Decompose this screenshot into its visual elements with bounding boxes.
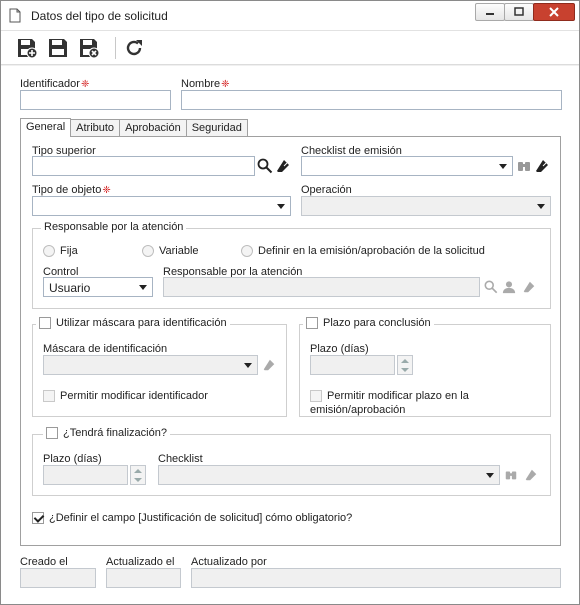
- tab-strip: General Atributo Aprobación Seguridad: [20, 118, 248, 137]
- operacion-label: Operación: [301, 184, 352, 196]
- creado-label: Creado el: [20, 556, 68, 568]
- tab-atributo[interactable]: Atributo: [70, 119, 121, 137]
- identificador-label: Identificador❈: [20, 78, 90, 90]
- required-icon: ❈: [80, 79, 90, 90]
- final-plazo-stepper[interactable]: [130, 465, 146, 485]
- binoculars-button[interactable]: [515, 157, 533, 175]
- actualizado-por-input: [191, 568, 561, 588]
- permitir-plazo-line2: emisión/aprobación: [310, 404, 406, 416]
- finalizacion-group-title[interactable]: ¿Tendrá finalización?: [43, 427, 170, 439]
- title-bar: Datos del tipo de solicitud: [1, 1, 579, 31]
- plazo-stepper[interactable]: [397, 355, 413, 375]
- final-checklist-label: Checklist: [158, 453, 203, 465]
- checklist-emision-select[interactable]: [301, 156, 513, 176]
- tipo-objeto-label: Tipo de objeto❈: [32, 184, 111, 196]
- maximize-icon: [514, 7, 524, 16]
- plazo-checkbox[interactable]: [306, 317, 318, 329]
- plazo-label: Plazo (días): [310, 343, 369, 355]
- mascara-select[interactable]: [43, 355, 258, 375]
- minimize-button[interactable]: [475, 3, 505, 21]
- finalizacion-group: ¿Tendrá finalización? Plazo (días) Check…: [32, 427, 551, 496]
- actualizado-label: Actualizado el: [106, 556, 175, 568]
- tipo-objeto-select[interactable]: [32, 196, 291, 216]
- tipo-superior-input[interactable]: [32, 156, 255, 176]
- refresh-button[interactable]: [122, 36, 146, 60]
- responsable-clear-button[interactable]: [520, 278, 538, 296]
- nombre-input[interactable]: [181, 90, 562, 110]
- save-close-button[interactable]: [77, 36, 101, 60]
- final-binoculars-button[interactable]: [502, 466, 520, 484]
- finalizacion-checkbox[interactable]: [46, 427, 58, 439]
- save-button[interactable]: [46, 36, 70, 60]
- general-tab-panel: Tipo superior Checklist de emisión Tipo …: [20, 136, 561, 546]
- close-button[interactable]: [533, 3, 575, 21]
- control-select[interactable]: Usuario: [43, 277, 153, 297]
- save-icon: [49, 39, 67, 57]
- toolbar: [1, 31, 579, 65]
- actualizado-input: [106, 568, 181, 588]
- required-icon: ❈: [221, 79, 230, 90]
- window-title: Datos del tipo de solicitud: [31, 9, 168, 23]
- refresh-icon: [126, 40, 142, 56]
- responsable-group: Responsable por la atención Fija Variabl…: [32, 221, 551, 309]
- radio-variable[interactable]: Variable: [142, 245, 199, 258]
- maximize-button[interactable]: [504, 3, 534, 21]
- tab-aprobacion[interactable]: Aprobación: [119, 119, 187, 137]
- permitir-identificador[interactable]: Permitir modificar identificador: [43, 390, 208, 403]
- permitir-plazo-checkbox[interactable]: [310, 390, 322, 403]
- creado-input: [20, 568, 96, 588]
- close-icon: [549, 7, 559, 17]
- responsable-group-title: Responsable por la atención: [41, 221, 187, 233]
- eraser-icon: [536, 160, 548, 172]
- document-icon: [9, 8, 21, 26]
- clear-button[interactable]: [274, 157, 292, 175]
- save-new-button[interactable]: [15, 36, 39, 60]
- tab-general[interactable]: General: [20, 118, 72, 137]
- actualizado-por-label: Actualizado por: [191, 556, 267, 568]
- justificacion-option[interactable]: ¿Definir el campo [Justificación de soli…: [32, 512, 352, 525]
- eraser-icon: [525, 469, 537, 481]
- binoculars-icon: [518, 162, 530, 171]
- responsable-search-button[interactable]: [482, 278, 500, 296]
- mascara-group-title[interactable]: Utilizar máscara para identificación: [36, 317, 230, 329]
- clear-checklist-button[interactable]: [533, 157, 551, 175]
- search-icon: [484, 280, 498, 294]
- permitir-identificador-checkbox[interactable]: [43, 390, 55, 403]
- save-new-icon: [18, 39, 38, 59]
- plazo-input[interactable]: [310, 355, 395, 375]
- mascara-label: Máscara de identificación: [43, 343, 168, 355]
- permitir-plazo[interactable]: Permitir modificar plazo en la: [310, 390, 469, 403]
- save-close-icon: [80, 39, 100, 59]
- search-button[interactable]: [256, 157, 274, 175]
- user-icon: [502, 281, 516, 294]
- final-checklist-select[interactable]: [158, 465, 500, 485]
- mascara-clear-button[interactable]: [260, 356, 278, 374]
- justificacion-checkbox[interactable]: [32, 512, 44, 525]
- responsable-input[interactable]: [163, 277, 480, 297]
- plazo-group-title[interactable]: Plazo para conclusión: [303, 317, 434, 329]
- operacion-select[interactable]: [301, 196, 551, 216]
- search-icon: [257, 158, 273, 174]
- plazo-group: Plazo para conclusión Plazo (días) Permi…: [299, 317, 551, 417]
- eraser-icon: [523, 281, 535, 293]
- eraser-icon: [277, 160, 289, 172]
- user-button[interactable]: [500, 278, 518, 296]
- form-content: Identificador❈ Nombre❈ General Atributo …: [1, 66, 579, 604]
- identificador-input[interactable]: [20, 90, 171, 110]
- nombre-label: Nombre❈: [181, 78, 230, 90]
- required-icon: ❈: [102, 185, 111, 196]
- final-plazo-input[interactable]: [43, 465, 128, 485]
- eraser-icon: [263, 359, 275, 371]
- mascara-checkbox[interactable]: [39, 317, 51, 329]
- radio-fija[interactable]: Fija: [43, 245, 78, 258]
- tab-seguridad[interactable]: Seguridad: [185, 119, 248, 137]
- mascara-group: Utilizar máscara para identificación Más…: [32, 317, 287, 417]
- dialog-window: Datos del tipo de solicitud Identificado…: [0, 0, 580, 605]
- radio-definir[interactable]: Definir en la emisión/aprobación de la s…: [241, 245, 485, 258]
- final-clear-button[interactable]: [522, 466, 540, 484]
- toolbar-separator: [115, 37, 116, 59]
- final-plazo-label: Plazo (días): [43, 453, 102, 465]
- binoculars-icon: [505, 471, 517, 480]
- minimize-icon: [486, 13, 494, 15]
